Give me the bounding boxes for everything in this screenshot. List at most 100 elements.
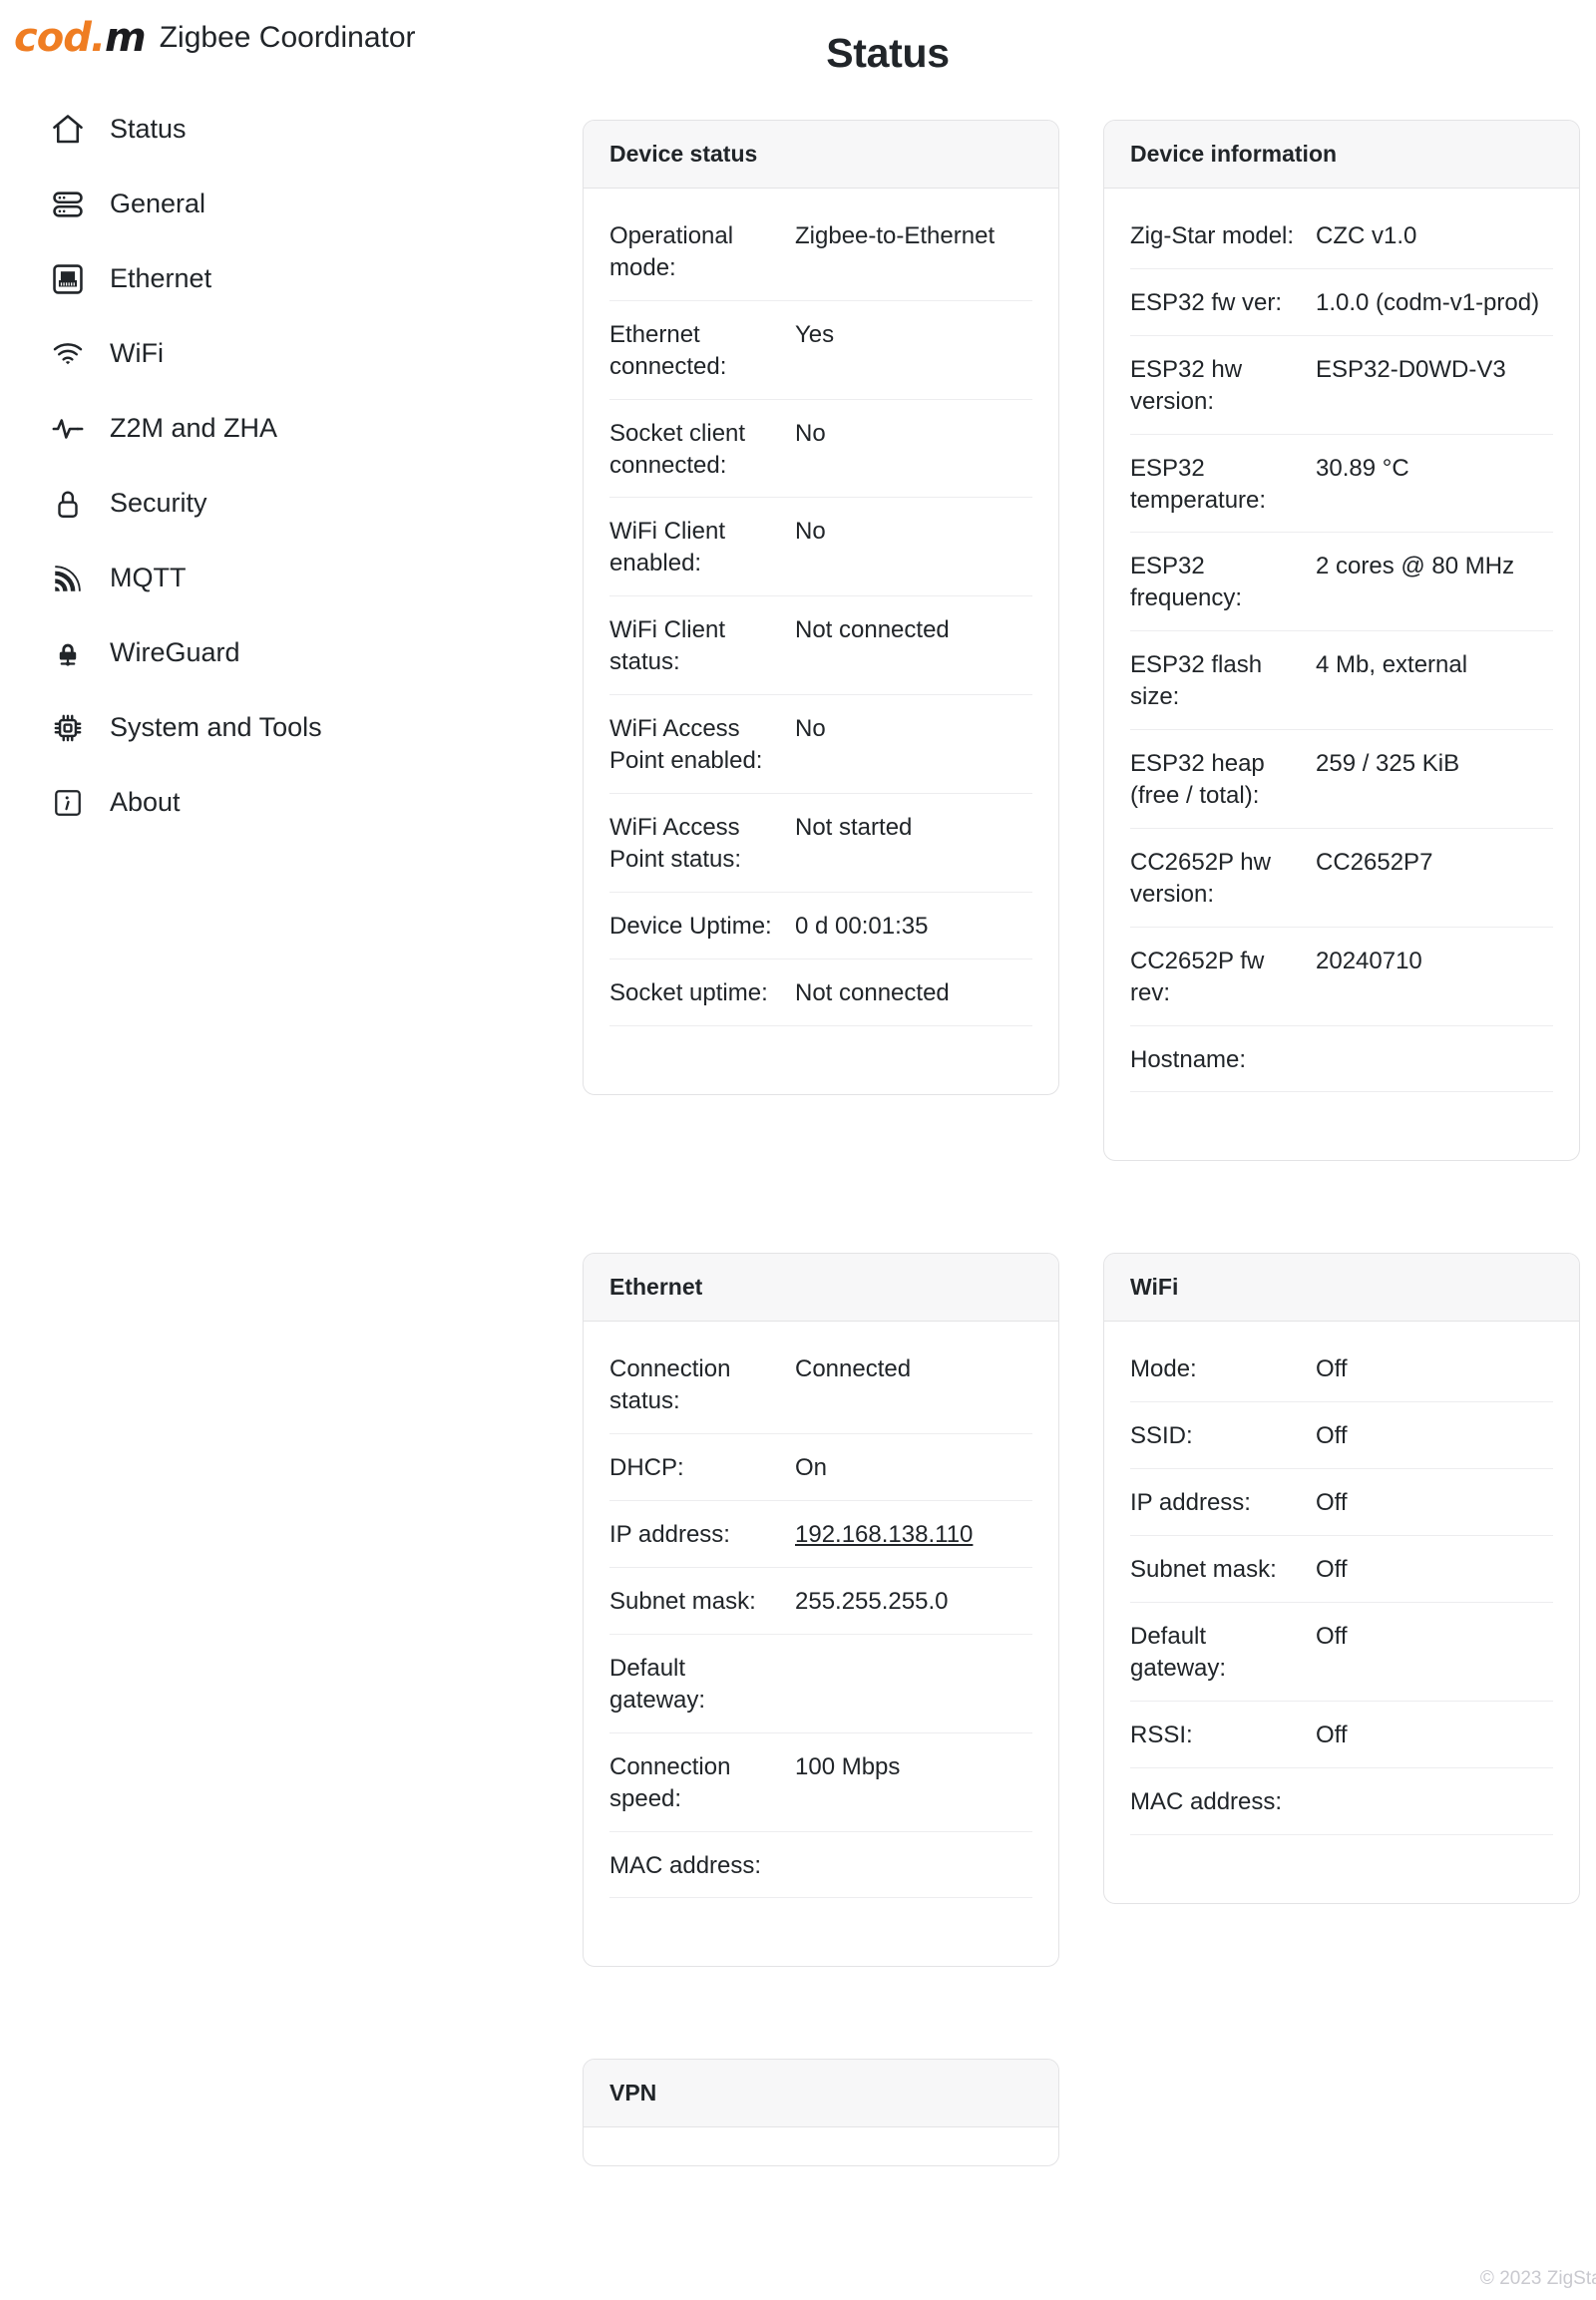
sidebar-item-label: Status	[110, 116, 187, 143]
home-icon	[48, 110, 88, 150]
table-row: Operational mode: Zigbee-to-Ethernet	[609, 202, 1032, 301]
row-value: On	[795, 1452, 1032, 1484]
sidebar-item-about[interactable]: About	[0, 765, 559, 840]
card-device-status: Device status Operational mode: Zigbee-t…	[583, 120, 1059, 1095]
row-key: Device Uptime:	[609, 911, 795, 943]
table-row: Connection status: Connected	[609, 1336, 1032, 1434]
sidebar-item-label: WiFi	[110, 340, 164, 367]
ip-address-link[interactable]: 192.168.138.110	[795, 1519, 1032, 1551]
row-value	[795, 1653, 1032, 1717]
row-key: WiFi Client enabled:	[609, 516, 795, 579]
row-value: 100 Mbps	[795, 1751, 1032, 1815]
row-value: 20240710	[1316, 946, 1553, 1009]
cards-row-top: Device status Operational mode: Zigbee-t…	[583, 120, 1580, 1161]
row-key: Operational mode:	[609, 220, 795, 284]
table-row: Subnet mask: 255.255.255.0	[609, 1568, 1032, 1635]
sidebar-item-z2m-and-zha[interactable]: Z2M and ZHA	[0, 391, 559, 466]
table-row: WiFi Access Point enabled: No	[609, 695, 1032, 794]
sidebar-item-status[interactable]: Status	[0, 92, 559, 167]
row-key: Hostname:	[1130, 1044, 1316, 1076]
row-key: Socket uptime:	[609, 977, 795, 1009]
sidebar-item-wireguard[interactable]: WireGuard	[0, 615, 559, 690]
row-key: ESP32 hw version:	[1130, 354, 1316, 418]
table-row: IP address: Off	[1130, 1469, 1553, 1536]
row-value: Zigbee-to-Ethernet	[795, 220, 1032, 284]
sidebar-nav: Status General Ethernet	[0, 92, 559, 840]
main-content: Device status Operational mode: Zigbee-t…	[583, 120, 1580, 2166]
row-value: 30.89 °C	[1316, 453, 1553, 517]
table-row: Mode: Off	[1130, 1336, 1553, 1402]
activity-pulse-icon	[48, 409, 88, 449]
row-key: DHCP:	[609, 1452, 795, 1484]
row-value: CZC v1.0	[1316, 220, 1553, 252]
chip-icon	[48, 708, 88, 748]
footer-copyright: © 2023 ZigStar	[1480, 2268, 1596, 2290]
row-key: Default gateway:	[1130, 1621, 1316, 1685]
sidebar-item-label: Z2M and ZHA	[110, 415, 277, 442]
sidebar-item-general[interactable]: General	[0, 167, 559, 241]
row-value	[1316, 1044, 1553, 1076]
row-value: Yes	[795, 319, 1032, 383]
sidebar-item-system-and-tools[interactable]: System and Tools	[0, 690, 559, 765]
table-row: Default gateway:	[609, 1635, 1032, 1733]
sidebar-item-ethernet[interactable]: Ethernet	[0, 241, 559, 316]
table-row: ESP32 hw version: ESP32-D0WD-V3	[1130, 336, 1553, 435]
wireguard-lock-icon	[48, 633, 88, 673]
row-value: Not started	[795, 812, 1032, 876]
server-icon	[48, 185, 88, 224]
table-row: CC2652P fw rev: 20240710	[1130, 928, 1553, 1026]
sidebar-item-mqtt[interactable]: MQTT	[0, 541, 559, 615]
row-value: Off	[1316, 1487, 1553, 1519]
row-key: Connection status:	[609, 1353, 795, 1417]
row-value: No	[795, 713, 1032, 777]
row-key: WiFi Client status:	[609, 614, 795, 678]
card-body: Zig-Star model: CZC v1.0 ESP32 fw ver: 1…	[1104, 189, 1579, 1160]
row-spacer	[1130, 1835, 1553, 1879]
row-key: ESP32 frequency:	[1130, 551, 1316, 614]
table-row: DHCP: On	[609, 1434, 1032, 1501]
row-value: CC2652P7	[1316, 847, 1553, 911]
row-gap	[583, 1967, 1580, 2059]
table-row: ESP32 fw ver: 1.0.0 (codm-v1-prod)	[1130, 269, 1553, 336]
table-row: ESP32 temperature: 30.89 °C	[1130, 435, 1553, 534]
sidebar-item-wifi[interactable]: WiFi	[0, 316, 559, 391]
card-ethernet: Ethernet Connection status: Connected DH…	[583, 1253, 1059, 1967]
row-key: ESP32 fw ver:	[1130, 287, 1316, 319]
table-row: Device Uptime: 0 d 00:01:35	[609, 893, 1032, 959]
row-value: 259 / 325 KiB	[1316, 748, 1553, 812]
table-row: ESP32 frequency: 2 cores @ 80 MHz	[1130, 533, 1553, 631]
card-title: Ethernet	[584, 1254, 1058, 1322]
row-key: RSSI:	[1130, 1720, 1316, 1751]
table-row: Subnet mask: Off	[1130, 1536, 1553, 1603]
table-row: Default gateway: Off	[1130, 1603, 1553, 1702]
sidebar-item-label: Ethernet	[110, 265, 211, 292]
row-key: WiFi Access Point enabled:	[609, 713, 795, 777]
table-row: Ethernet connected: Yes	[609, 301, 1032, 400]
sidebar-item-security[interactable]: Security	[0, 466, 559, 541]
card-body: Operational mode: Zigbee-to-Ethernet Eth…	[584, 189, 1058, 1094]
row-key: ESP32 heap (free / total):	[1130, 748, 1316, 812]
row-key: WiFi Access Point status:	[609, 812, 795, 876]
card-device-information: Device information Zig-Star model: CZC v…	[1103, 120, 1580, 1161]
row-spacer	[1130, 1092, 1553, 1136]
row-key: Ethernet connected:	[609, 319, 795, 383]
row-key: CC2652P hw version:	[1130, 847, 1316, 911]
row-value: 2 cores @ 80 MHz	[1316, 551, 1553, 614]
page-title: Status	[0, 30, 1596, 77]
table-row: ESP32 flash size: 4 Mb, external	[1130, 631, 1553, 730]
cards-row-middle: Ethernet Connection status: Connected DH…	[583, 1253, 1580, 1967]
row-key: Socket client connected:	[609, 418, 795, 482]
row-value: 1.0.0 (codm-v1-prod)	[1316, 287, 1553, 319]
row-value: Off	[1316, 1554, 1553, 1586]
table-row: WiFi Client enabled: No	[609, 498, 1032, 596]
cards-row-bottom: VPN	[583, 2059, 1580, 2166]
row-value: ESP32-D0WD-V3	[1316, 354, 1553, 418]
wifi-icon	[48, 334, 88, 374]
table-row: MAC address:	[1130, 1768, 1553, 1835]
ethernet-port-icon	[48, 259, 88, 299]
row-value	[1316, 1786, 1553, 1818]
table-row: ESP32 heap (free / total): 259 / 325 KiB	[1130, 730, 1553, 829]
row-key: CC2652P fw rev:	[1130, 946, 1316, 1009]
row-value: Off	[1316, 1621, 1553, 1685]
table-row: Hostname:	[1130, 1026, 1553, 1093]
